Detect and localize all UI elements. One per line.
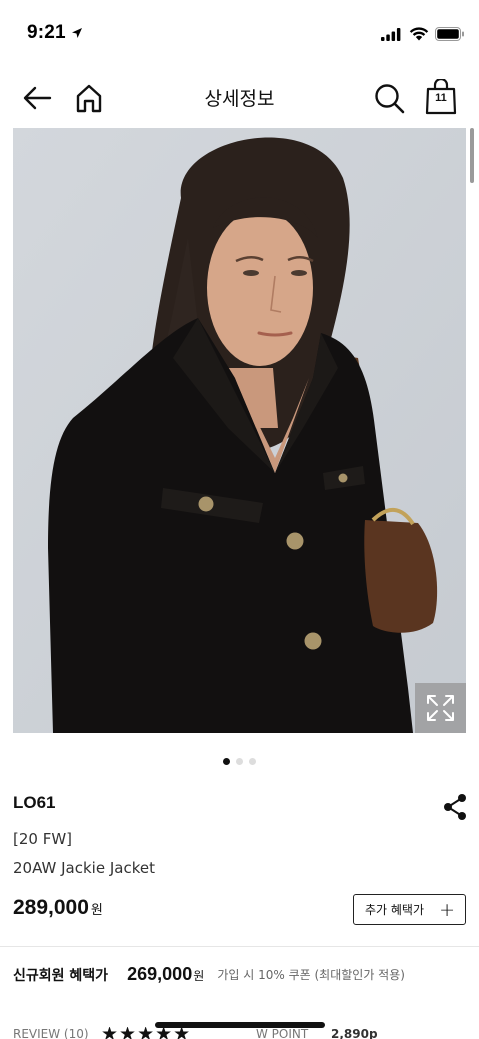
battery-icon [435, 27, 464, 41]
review-row[interactable]: REVIEW (10) ★★★★★ W POINT 2,890p [13, 1027, 479, 1039]
scroll-indicator[interactable] [470, 128, 474, 183]
cellular-signal-icon [381, 28, 401, 41]
expand-icon [427, 695, 454, 721]
w-point-value: 2,890p [331, 1027, 378, 1039]
review-count-link[interactable]: REVIEW (10) [13, 1027, 89, 1039]
location-arrow-icon [72, 28, 82, 38]
status-bar: 9:21 [0, 0, 479, 66]
search-icon [375, 84, 405, 114]
w-point-label: W POINT [256, 1027, 309, 1039]
share-icon [444, 794, 466, 820]
wifi-icon [409, 27, 429, 41]
benefit-button-label: 추가 혜택가 [365, 903, 425, 917]
plus-icon: + [439, 899, 455, 921]
price-unit: 원 [90, 903, 103, 918]
nav-header: 상세정보 11 [0, 70, 479, 126]
home-indicator[interactable] [155, 1022, 325, 1028]
zoom-button[interactable] [415, 683, 466, 733]
member-price-value: 269,000 [127, 964, 193, 984]
product-name: 20AW Jackie Jacket [13, 859, 155, 877]
status-time: 9:21 [27, 22, 66, 43]
page-title: 상세정보 [204, 88, 275, 110]
pager-dot[interactable] [249, 758, 256, 765]
member-benefit-note: 가입 시 10% 쿠폰 (최대할인가 적용) [217, 968, 405, 982]
member-benefit-price: 269,000원 [127, 964, 204, 985]
brand-name[interactable]: LO61 [13, 793, 56, 813]
share-button[interactable] [440, 793, 470, 821]
member-benefit-row: 신규회원 혜택가 269,000원 가입 시 10% 쿠폰 (최대할인가 적용) [13, 964, 405, 990]
member-benefit-label: 신규회원 혜택가 [13, 967, 109, 984]
product-image[interactable] [13, 128, 466, 733]
pager-dot[interactable] [236, 758, 243, 765]
product-price: 289,000 원 [13, 896, 103, 920]
star-rating: ★★★★★ [101, 1027, 192, 1039]
additional-benefit-button[interactable]: 추가 혜택가 + [353, 894, 466, 925]
product-photo [13, 128, 466, 733]
price-value: 289,000 [13, 896, 89, 919]
image-pager[interactable] [0, 758, 479, 765]
product-season: [20 FW] [13, 830, 73, 848]
cart-count-badge: 11 [435, 92, 447, 104]
cart-button[interactable]: 11 [424, 79, 458, 115]
member-price-unit: 원 [193, 969, 205, 983]
divider [0, 946, 479, 947]
pager-dot[interactable] [223, 758, 230, 765]
search-button[interactable] [372, 81, 406, 115]
